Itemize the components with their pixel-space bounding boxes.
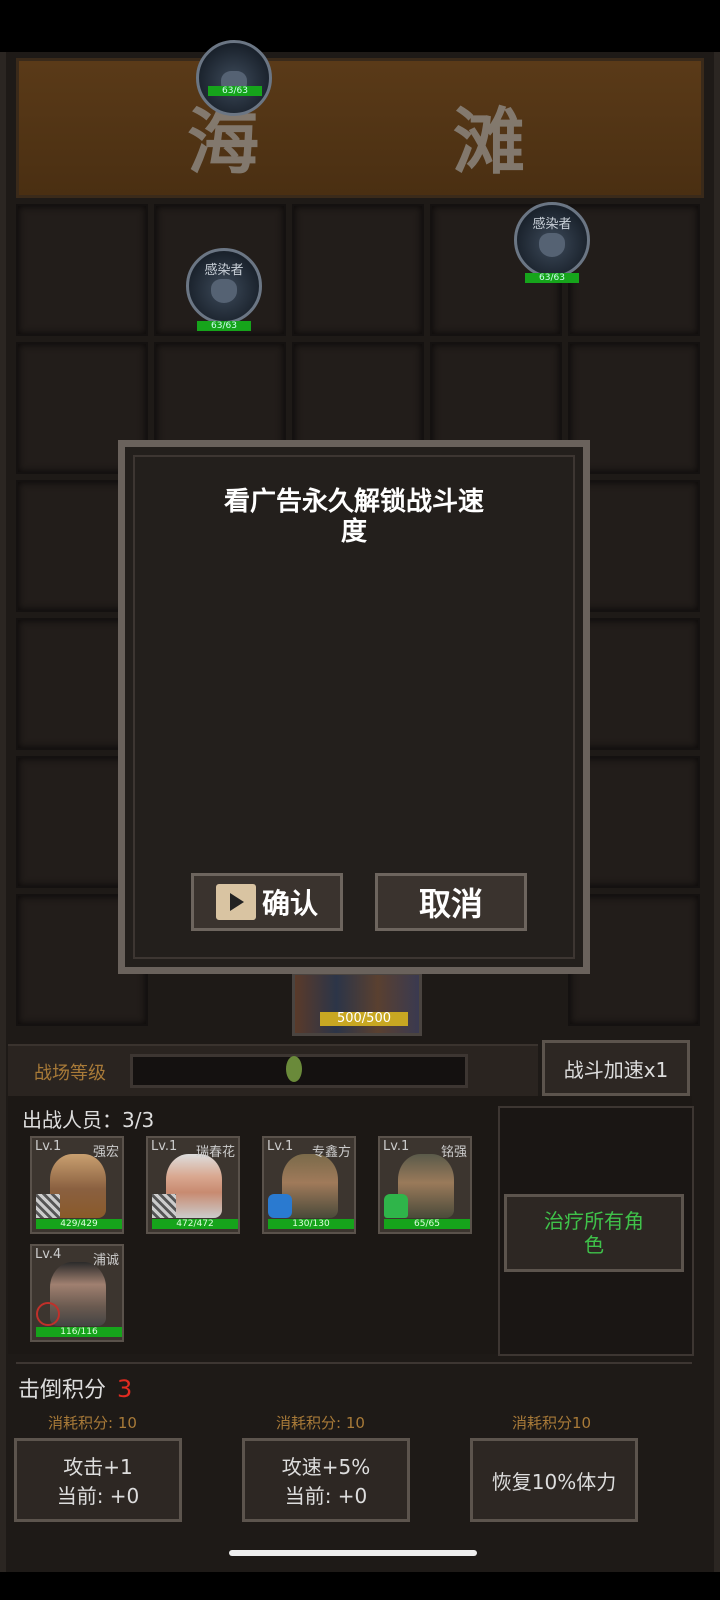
score-value: 3 [117, 1375, 133, 1403]
hero-name: 铭强 [440, 1145, 467, 1160]
hero-name: 专鑫方 [311, 1145, 351, 1160]
hero-level: Lv.1 [383, 1139, 410, 1154]
hero-name: 强宏 [92, 1145, 119, 1160]
upgrade-attack-button[interactable]: 攻击+1 当前: +0 [14, 1438, 182, 1522]
dialog-message: 看广告永久解锁战斗速度 [223, 487, 484, 547]
net-equip-icon [152, 1194, 176, 1218]
hero-card[interactable]: Lv.1 铭强 65/65 [378, 1136, 472, 1234]
hero-card[interactable]: Lv.1 强宏 429/429 [30, 1136, 124, 1234]
hero-hp-bar: 429/429 [36, 1219, 122, 1229]
hero-card[interactable]: Lv.4 浦诚 116/116 [30, 1244, 124, 1342]
upgrade-attack-speed-button[interactable]: 攻速+5% 当前: +0 [242, 1438, 410, 1522]
video-ad-icon [215, 884, 256, 920]
hero-level: Lv.1 [35, 1139, 62, 1154]
enemy-name: 感染者 [204, 263, 244, 278]
heal-all-button[interactable]: 治疗所有角色 [504, 1194, 684, 1272]
enemy-infected[interactable]: 感染者 [186, 248, 262, 324]
home-indicator[interactable] [229, 1550, 477, 1556]
hero-level: Lv.4 [35, 1247, 62, 1262]
upgrade-current: 当前: +0 [284, 1484, 368, 1508]
status-bar [0, 0, 720, 52]
green-glove-icon [384, 1194, 408, 1218]
base-hp-bar: 500/500 [320, 1012, 408, 1026]
battlefield-level-label: 战场等级 [34, 1063, 106, 1084]
cancel-label: 取消 [418, 885, 483, 923]
unlock-speed-dialog: 看广告永久解锁战斗速度 确认 取消 [118, 440, 590, 974]
battle-speed-label: 战斗加速x1 [563, 1057, 669, 1082]
confirm-ad-button[interactable]: 确认 [191, 873, 343, 931]
leaf-icon [286, 1056, 302, 1082]
upgrade-cost: 消耗积分10 [512, 1414, 592, 1432]
hero-level: Lv.1 [267, 1139, 294, 1154]
hero-card[interactable]: Lv.1 专鑫方 130/130 [262, 1136, 356, 1234]
base-building [292, 972, 422, 1036]
net-equip-icon [36, 1194, 60, 1218]
confirm-label: 确认 [261, 887, 318, 920]
hero-name: 瑞春花 [195, 1145, 235, 1160]
hero-hp-bar: 116/116 [36, 1327, 122, 1337]
hero-name: 浦诚 [92, 1253, 119, 1268]
restore-stamina-button[interactable]: 恢复10%体力 [470, 1438, 638, 1522]
knockdown-score: 击倒积分 3 [18, 1372, 132, 1404]
upgrade-title: 攻速+5% [281, 1455, 371, 1479]
hero-hp-bar: 65/65 [384, 1219, 470, 1229]
battlefield-level-bar: 战场等级 [8, 1044, 538, 1096]
upgrade-cost: 消耗积分: 10 [276, 1414, 365, 1432]
enemy-top[interactable] [196, 40, 272, 116]
enemy-hp-bar: 63/63 [525, 273, 579, 283]
divider [16, 1362, 692, 1364]
red-weapon-icon [36, 1302, 60, 1326]
upgrade-current: 当前: +0 [56, 1484, 140, 1508]
enemy-name: 感染者 [532, 217, 572, 232]
upgrade-title: 攻击+1 [63, 1455, 133, 1479]
enemy-hp-bar: 63/63 [197, 321, 251, 331]
enemy-infected[interactable]: 感染者 [514, 202, 590, 278]
cancel-button[interactable]: 取消 [375, 873, 527, 931]
enemy-top-hp-bar: 63/63 [208, 86, 262, 96]
party-title: 出战人员：3/3 [22, 1108, 155, 1132]
hero-hp-bar: 130/130 [268, 1219, 354, 1229]
upgrade-title: 恢复10%体力 [491, 1469, 617, 1494]
hero-level: Lv.1 [151, 1139, 178, 1154]
heal-all-label: 治疗所有角色 [544, 1209, 644, 1257]
hero-hp-bar: 472/472 [152, 1219, 238, 1229]
location-title-char-2: 滩 [453, 99, 526, 184]
battle-speed-button[interactable]: 战斗加速x1 [542, 1040, 690, 1096]
blue-glove-icon [268, 1194, 292, 1218]
location-banner: 海 滩 [16, 58, 704, 198]
hero-card[interactable]: Lv.1 瑞春花 472/472 [146, 1136, 240, 1234]
upgrade-cost: 消耗积分: 10 [48, 1414, 137, 1432]
score-label: 击倒积分 [18, 1378, 107, 1403]
